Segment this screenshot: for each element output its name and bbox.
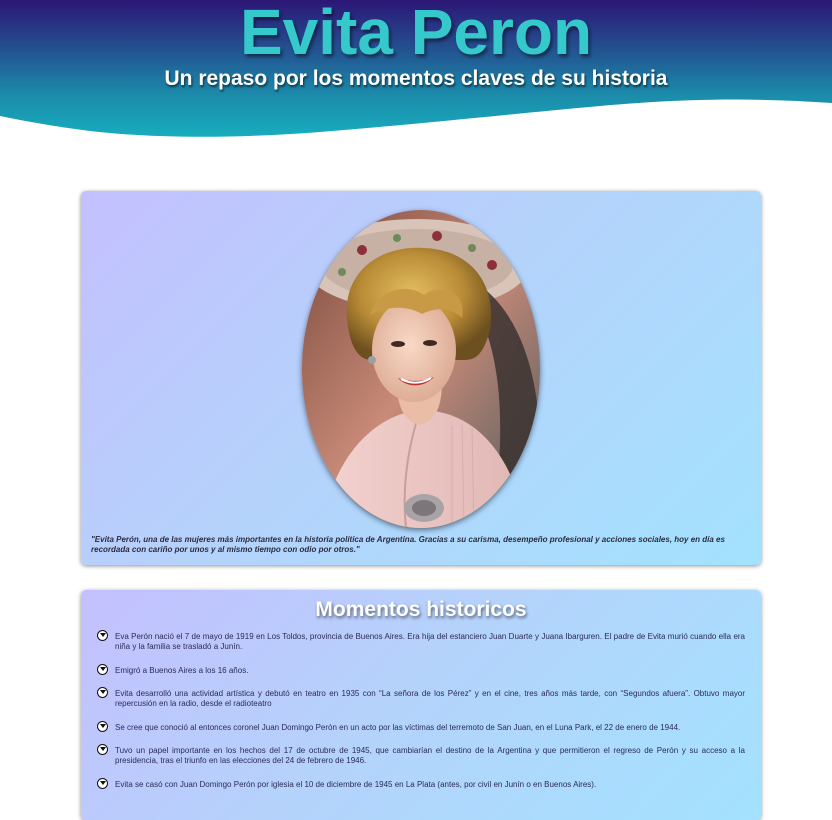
list-item: Emigró a Buenos Aires a los 16 años. bbox=[97, 664, 745, 676]
moments-title: Momentos historicos bbox=[315, 598, 527, 621]
moment-text: Se cree que conoció al entonces coronel … bbox=[115, 723, 681, 732]
circle-chevron-down-icon bbox=[97, 778, 108, 789]
moment-text: Evita se casó con Juan Domingo Perón por… bbox=[115, 780, 597, 789]
page-subtitle: Un repaso por los momentos claves de su … bbox=[164, 67, 668, 90]
circle-chevron-down-icon bbox=[97, 721, 108, 732]
evita-portrait-image bbox=[302, 210, 540, 528]
circle-chevron-down-icon bbox=[97, 630, 108, 641]
portrait-quote: "Evita Perón, una de las mujeres más imp… bbox=[91, 535, 725, 554]
portrait-card: "Evita Perón, una de las mujeres más imp… bbox=[81, 191, 761, 565]
list-item: Tuvo un papel importante en los hechos d… bbox=[97, 744, 745, 766]
list-item: Eva Perón nació el 7 de mayo de 1919 en … bbox=[97, 630, 745, 652]
moment-text: Emigró a Buenos Aires a los 16 años. bbox=[115, 666, 249, 675]
header-banner: Evita Peron Un repaso por los momentos c… bbox=[0, 0, 832, 140]
moment-text: Tuvo un papel importante en los hechos d… bbox=[115, 746, 745, 765]
list-item: Evita se casó con Juan Domingo Perón por… bbox=[97, 778, 745, 790]
moment-text: Eva Perón nació el 7 de mayo de 1919 en … bbox=[115, 632, 745, 651]
list-item: Se cree que conoció al entonces coronel … bbox=[97, 721, 745, 733]
moments-card: Momentos historicos Eva Perón nació el 7… bbox=[81, 590, 761, 820]
moment-text: Evita desarrolló una actividad artística… bbox=[115, 689, 745, 708]
circle-chevron-down-icon bbox=[97, 687, 108, 698]
circle-chevron-down-icon bbox=[97, 744, 108, 755]
list-item: Evita desarrolló una actividad artística… bbox=[97, 687, 745, 709]
page-title: Evita Peron bbox=[239, 0, 593, 68]
circle-chevron-down-icon bbox=[97, 664, 108, 675]
